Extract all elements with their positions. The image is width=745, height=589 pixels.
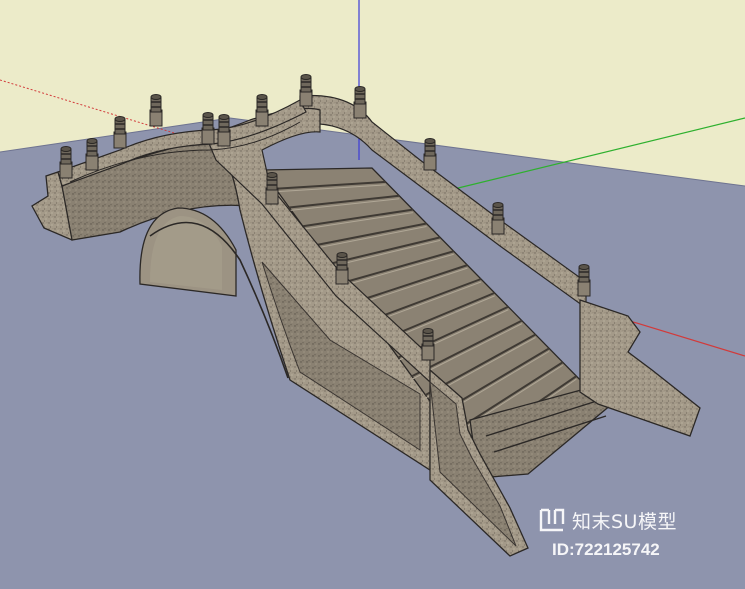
watermark-brand: 知末SU模型 xyxy=(572,511,677,533)
railing-post xyxy=(255,94,269,127)
railing-post xyxy=(353,86,367,119)
railing-post xyxy=(201,112,215,145)
railing-post xyxy=(217,114,231,147)
railing-post xyxy=(85,138,99,171)
railing-post xyxy=(265,172,279,205)
model-viewport xyxy=(0,0,745,589)
zhimo-logo-icon xyxy=(539,508,565,532)
watermark-id: ID:722125742 xyxy=(552,540,660,559)
railing-post xyxy=(423,138,437,171)
railing-post xyxy=(113,116,127,149)
railing-post xyxy=(149,94,163,127)
railing-post xyxy=(577,264,591,297)
railing-post xyxy=(299,74,313,107)
railing-post xyxy=(491,202,505,235)
watermark: 知末SU模型 ID:722125742 xyxy=(538,505,738,569)
railing-post xyxy=(59,146,73,179)
railing-post xyxy=(335,252,349,285)
railing-post xyxy=(421,328,435,361)
